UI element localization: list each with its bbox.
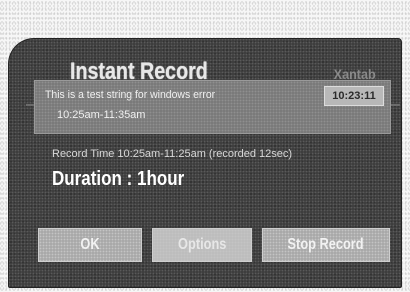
ok-button-label: OK bbox=[80, 236, 100, 253]
channel-badge: 10:23:11 bbox=[324, 86, 384, 106]
options-button-label: Options bbox=[177, 236, 227, 253]
program-time: 10:25am-11:35am bbox=[57, 109, 146, 121]
ok-button[interactable]: OK bbox=[38, 228, 142, 262]
stop-record-button[interactable]: Stop Record bbox=[262, 228, 390, 262]
record-time-text: Record Time 10:25am-11:25am (recorded 12… bbox=[52, 148, 293, 160]
options-button[interactable]: Options bbox=[152, 228, 252, 262]
program-info-box: This is a test string for windows error … bbox=[34, 80, 391, 134]
duration-text: Duration : 1hour bbox=[52, 168, 185, 190]
stop-record-button-label: Stop Record bbox=[287, 236, 365, 253]
program-title: This is a test string for windows error bbox=[45, 89, 216, 101]
